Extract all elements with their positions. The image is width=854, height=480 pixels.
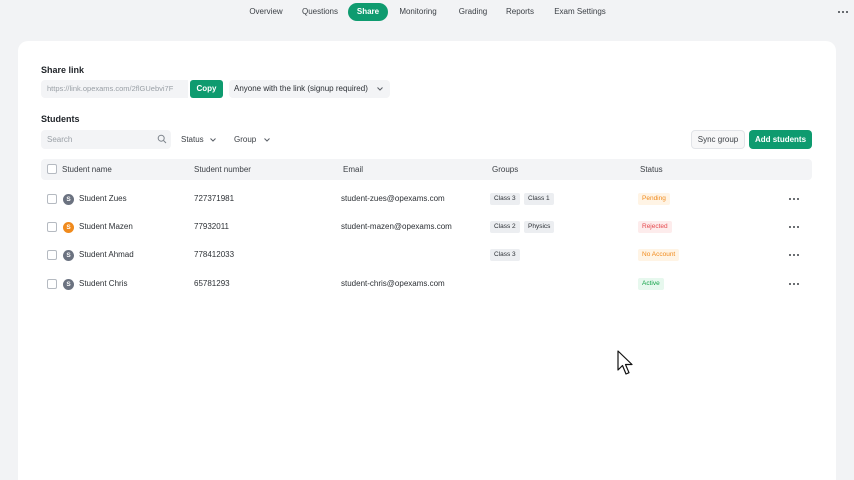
tab-grading[interactable]: Grading <box>451 3 495 21</box>
student-number: 727371981 <box>194 194 235 203</box>
group-tag: Class 3 <box>490 249 520 261</box>
student-number: 77932011 <box>194 222 229 231</box>
student-email: student-chris@opexams.com <box>341 279 445 288</box>
column-student-name[interactable]: Student name <box>62 159 112 180</box>
student-name[interactable]: Student Chris <box>79 270 127 298</box>
student-number: 778412033 <box>194 250 235 259</box>
table-row[interactable]: S Student Ahmad 778412033 Class 3 No Acc… <box>41 241 812 269</box>
search-input[interactable] <box>41 130 151 149</box>
group-tag: Physics <box>524 221 555 233</box>
status-badge: Rejected <box>638 221 672 233</box>
more-horizontal-icon[interactable] <box>787 248 801 262</box>
group-filter[interactable]: Group <box>234 130 274 149</box>
student-email: student-mazen@opexams.com <box>341 222 452 231</box>
tab-monitoring[interactable]: Monitoring <box>392 3 444 21</box>
column-student-number[interactable]: Student number <box>194 159 251 180</box>
status-filter-label: Status <box>181 135 204 144</box>
column-status[interactable]: Status <box>640 159 663 180</box>
sync-group-button[interactable]: Sync group <box>691 130 745 149</box>
row-checkbox[interactable] <box>47 222 57 232</box>
link-access-value: Anyone with the link (signup required) <box>234 84 368 93</box>
more-horizontal-icon[interactable] <box>836 5 850 19</box>
exam-tabs-nav: Overview Questions Share Monitoring Grad… <box>0 0 854 24</box>
mouse-cursor-icon <box>617 350 633 375</box>
student-number: 65781293 <box>194 279 230 288</box>
select-all-checkbox[interactable] <box>47 164 57 174</box>
more-horizontal-icon[interactable] <box>787 192 801 206</box>
tab-share[interactable]: Share <box>348 3 388 21</box>
status-badge: Pending <box>638 193 670 205</box>
avatar: S <box>63 222 74 233</box>
row-checkbox[interactable] <box>47 279 57 289</box>
table-row[interactable]: S Student Mazen 77932011 student-mazen@o… <box>41 213 812 241</box>
column-groups[interactable]: Groups <box>492 159 518 180</box>
group-tag: Class 3 <box>490 193 520 205</box>
tab-exam-settings[interactable]: Exam Settings <box>548 3 612 21</box>
group-tag: Class 2 <box>490 221 520 233</box>
row-checkbox[interactable] <box>47 250 57 260</box>
student-name[interactable]: Student Mazen <box>79 213 133 241</box>
copy-button[interactable]: Copy <box>190 80 223 98</box>
row-checkbox[interactable] <box>47 194 57 204</box>
student-name[interactable]: Student Ahmad <box>79 241 134 269</box>
student-name[interactable]: Student Zues <box>79 185 127 213</box>
avatar: S <box>63 279 74 290</box>
tab-overview[interactable]: Overview <box>242 3 290 21</box>
status-badge: Active <box>638 278 664 290</box>
tab-questions[interactable]: Questions <box>296 3 344 21</box>
student-email: student-zues@opexams.com <box>341 194 445 203</box>
table-header: Student name Student number Email Groups… <box>41 159 812 180</box>
share-link-title: Share link <box>41 65 85 75</box>
students-title: Students <box>41 114 80 124</box>
chevron-down-icon <box>210 138 216 142</box>
table-row[interactable]: S Student Zues 727371981 student-zues@op… <box>41 185 812 213</box>
status-filter[interactable]: Status <box>181 130 221 149</box>
more-horizontal-icon[interactable] <box>787 220 801 234</box>
column-email[interactable]: Email <box>343 159 363 180</box>
search-box <box>41 130 171 149</box>
search-icon[interactable] <box>157 134 167 144</box>
tab-reports[interactable]: Reports <box>500 3 540 21</box>
avatar: S <box>63 250 74 261</box>
link-access-select[interactable]: Anyone with the link (signup required) <box>229 80 390 98</box>
table-row[interactable]: S Student Chris 65781293 student-chris@o… <box>41 270 812 298</box>
group-filter-label: Group <box>234 135 257 144</box>
group-tag: Class 1 <box>524 193 554 205</box>
share-link-field[interactable]: https://link.opexams.com/2flGUebvi7F <box>41 80 188 98</box>
more-horizontal-icon[interactable] <box>787 277 801 291</box>
chevron-down-icon <box>377 87 383 91</box>
status-badge: No Account <box>638 249 680 261</box>
add-students-button[interactable]: Add students <box>749 130 812 149</box>
avatar: S <box>63 194 74 205</box>
chevron-down-icon <box>264 138 270 142</box>
